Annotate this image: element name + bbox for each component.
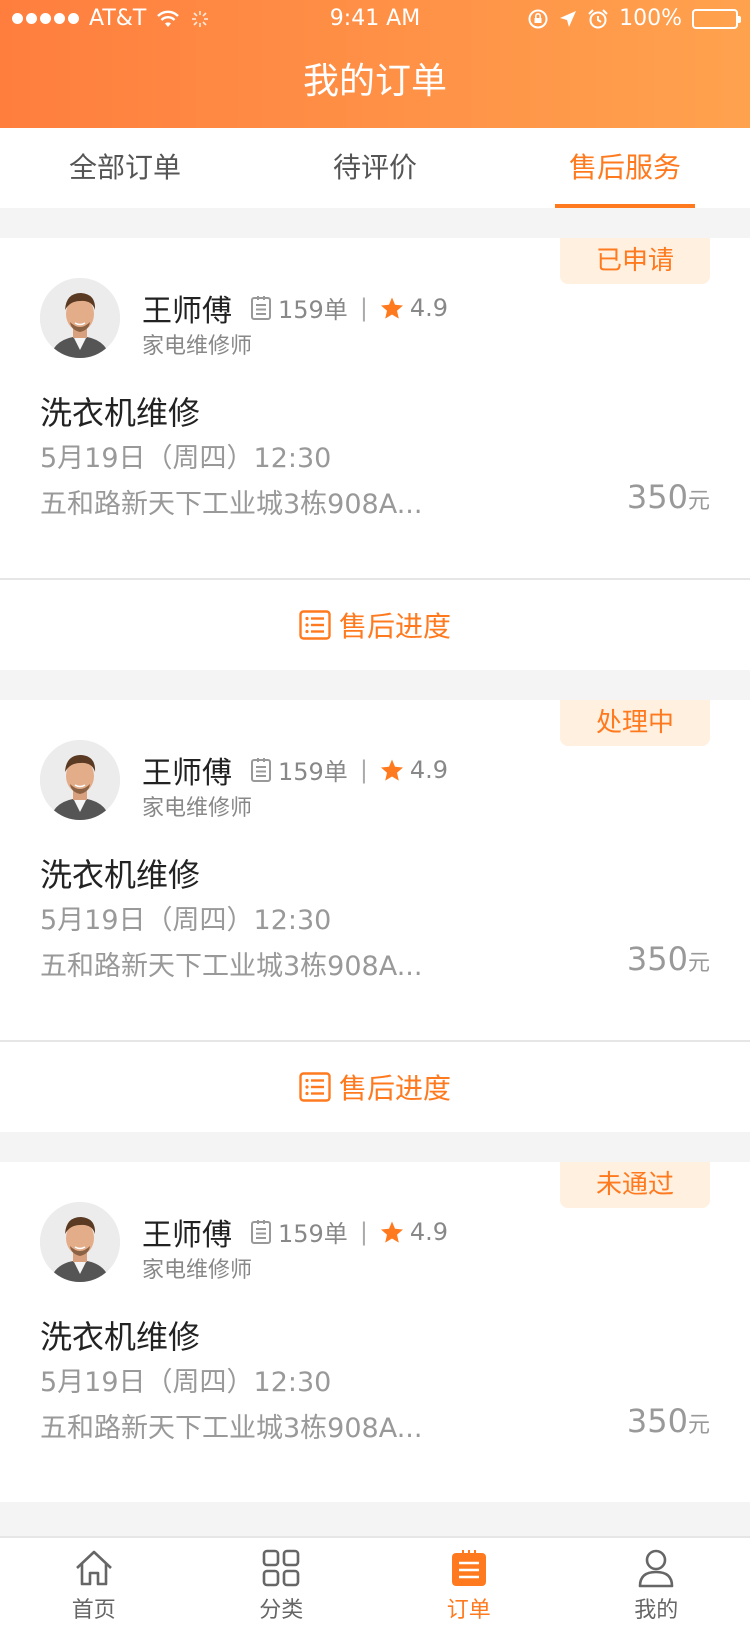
order-datetime: 5月19日（周四）12:30 <box>40 443 332 474</box>
price-value: 350 <box>626 478 688 516</box>
order-price: 350元 <box>627 478 710 516</box>
star-icon <box>380 297 403 319</box>
status-badge: 已申请 <box>560 238 710 284</box>
rating-value: 4.9 <box>409 755 449 784</box>
avatar <box>40 740 120 820</box>
nav-profile-label: 我的 <box>634 1598 679 1623</box>
price-unit: 元 <box>687 489 710 514</box>
price-value: 350 <box>626 1402 688 1440</box>
nav-profile[interactable]: 我的 <box>563 1538 750 1632</box>
order-address: 五和路新天下工业城3栋908A... <box>40 1413 423 1444</box>
battery-percent: 100% <box>619 6 682 31</box>
worker-name: 王师傅 <box>142 294 232 329</box>
alarm-icon <box>588 8 608 28</box>
worker-name: 王师傅 <box>142 1218 232 1253</box>
worker-role: 家电维修师 <box>142 796 253 821</box>
nav-home[interactable]: 首页 <box>0 1538 188 1632</box>
status-badge: 未通过 <box>560 1162 710 1208</box>
order-datetime: 5月19日（周四）12:30 <box>40 905 332 936</box>
rotation-lock-icon <box>528 9 548 28</box>
user-icon <box>638 1549 674 1588</box>
order-datetime: 5月19日（周四）12:30 <box>40 1367 332 1398</box>
progress-label: 售后进度 <box>338 610 451 643</box>
order-card[interactable]: 处理中 王师傅 159单 | 4.9 家电维修师 洗衣机维修 5月19日（周四）… <box>0 700 750 1040</box>
order-address: 五和路新天下工业城3栋908A... <box>40 951 423 982</box>
order-count: 159单 <box>278 1220 348 1248</box>
meta-separator: | <box>359 293 368 322</box>
progress-label: 售后进度 <box>338 1072 451 1105</box>
order-address: 五和路新天下工业城3栋908A... <box>40 489 423 520</box>
nav-orders[interactable]: 订单 <box>375 1538 563 1632</box>
grid-icon <box>262 1549 300 1587</box>
service-name: 洗衣机维修 <box>40 856 201 894</box>
worker-meta: 159单 | 4.9 <box>250 1214 448 1249</box>
star-icon <box>380 1221 403 1243</box>
price-unit: 元 <box>687 951 710 976</box>
worker-meta: 159单 | 4.9 <box>250 290 448 325</box>
status-right: 100% <box>527 6 741 31</box>
order-count: 159单 <box>278 758 348 786</box>
order-count: 159单 <box>278 296 348 324</box>
tab-after-sales[interactable]: 售后服务 <box>500 128 750 208</box>
after-sales-progress-button[interactable]: 售后进度 <box>0 580 750 670</box>
rating-value: 4.9 <box>409 1217 449 1246</box>
after-sales-progress-button[interactable]: 售后进度 <box>0 1042 750 1132</box>
meta-separator: | <box>359 755 368 784</box>
rating-value: 4.9 <box>409 293 449 322</box>
worker-meta: 159单 | 4.9 <box>250 752 448 787</box>
order-card[interactable]: 已申请 王师傅 159单 | 4.9 家电维修师 洗衣机维修 5月19日（周四）… <box>0 238 750 578</box>
nav-home-label: 首页 <box>71 1598 116 1623</box>
order-price: 350元 <box>627 940 710 978</box>
price-unit: 元 <box>687 1413 710 1438</box>
order-price: 350元 <box>627 1402 710 1440</box>
price-value: 350 <box>626 940 688 978</box>
tab-all-orders[interactable]: 全部订单 <box>0 128 250 208</box>
service-name: 洗衣机维修 <box>40 394 201 432</box>
service-name: 洗衣机维修 <box>40 1318 201 1356</box>
progress-list-icon <box>299 1072 331 1102</box>
status-badge: 处理中 <box>560 700 710 746</box>
page-title: 我的订单 <box>302 61 447 102</box>
order-icon <box>451 1550 486 1586</box>
star-icon <box>380 759 403 781</box>
avatar <box>40 278 120 358</box>
nav-category[interactable]: 分类 <box>188 1538 376 1632</box>
order-list-icon <box>251 757 271 782</box>
home-icon <box>75 1550 112 1586</box>
meta-separator: | <box>359 1217 368 1246</box>
header: AT&T 9:41 AM 100% 我的订单 <box>0 0 750 128</box>
nav-category-label: 分类 <box>259 1598 304 1623</box>
tab-pending-review[interactable]: 待评价 <box>250 128 500 208</box>
worker-name: 王师傅 <box>142 756 232 791</box>
bottom-nav: 首页 分类 订单 我的 <box>0 1536 750 1632</box>
location-icon <box>560 10 577 27</box>
order-card[interactable]: 未通过 王师傅 159单 | 4.9 家电维修师 洗衣机维修 5月19日（周四）… <box>0 1162 750 1502</box>
order-list-icon <box>251 1219 271 1244</box>
worker-role: 家电维修师 <box>142 334 253 359</box>
order-list-icon <box>251 295 271 320</box>
order-tabs: 全部订单 待评价 售后服务 <box>0 128 750 208</box>
nav-orders-label: 订单 <box>446 1598 491 1623</box>
worker-role: 家电维修师 <box>142 1258 253 1283</box>
status-bar: AT&T 9:41 AM 100% <box>0 0 750 40</box>
battery-icon <box>692 8 741 29</box>
avatar <box>40 1202 120 1282</box>
progress-list-icon <box>299 610 331 640</box>
